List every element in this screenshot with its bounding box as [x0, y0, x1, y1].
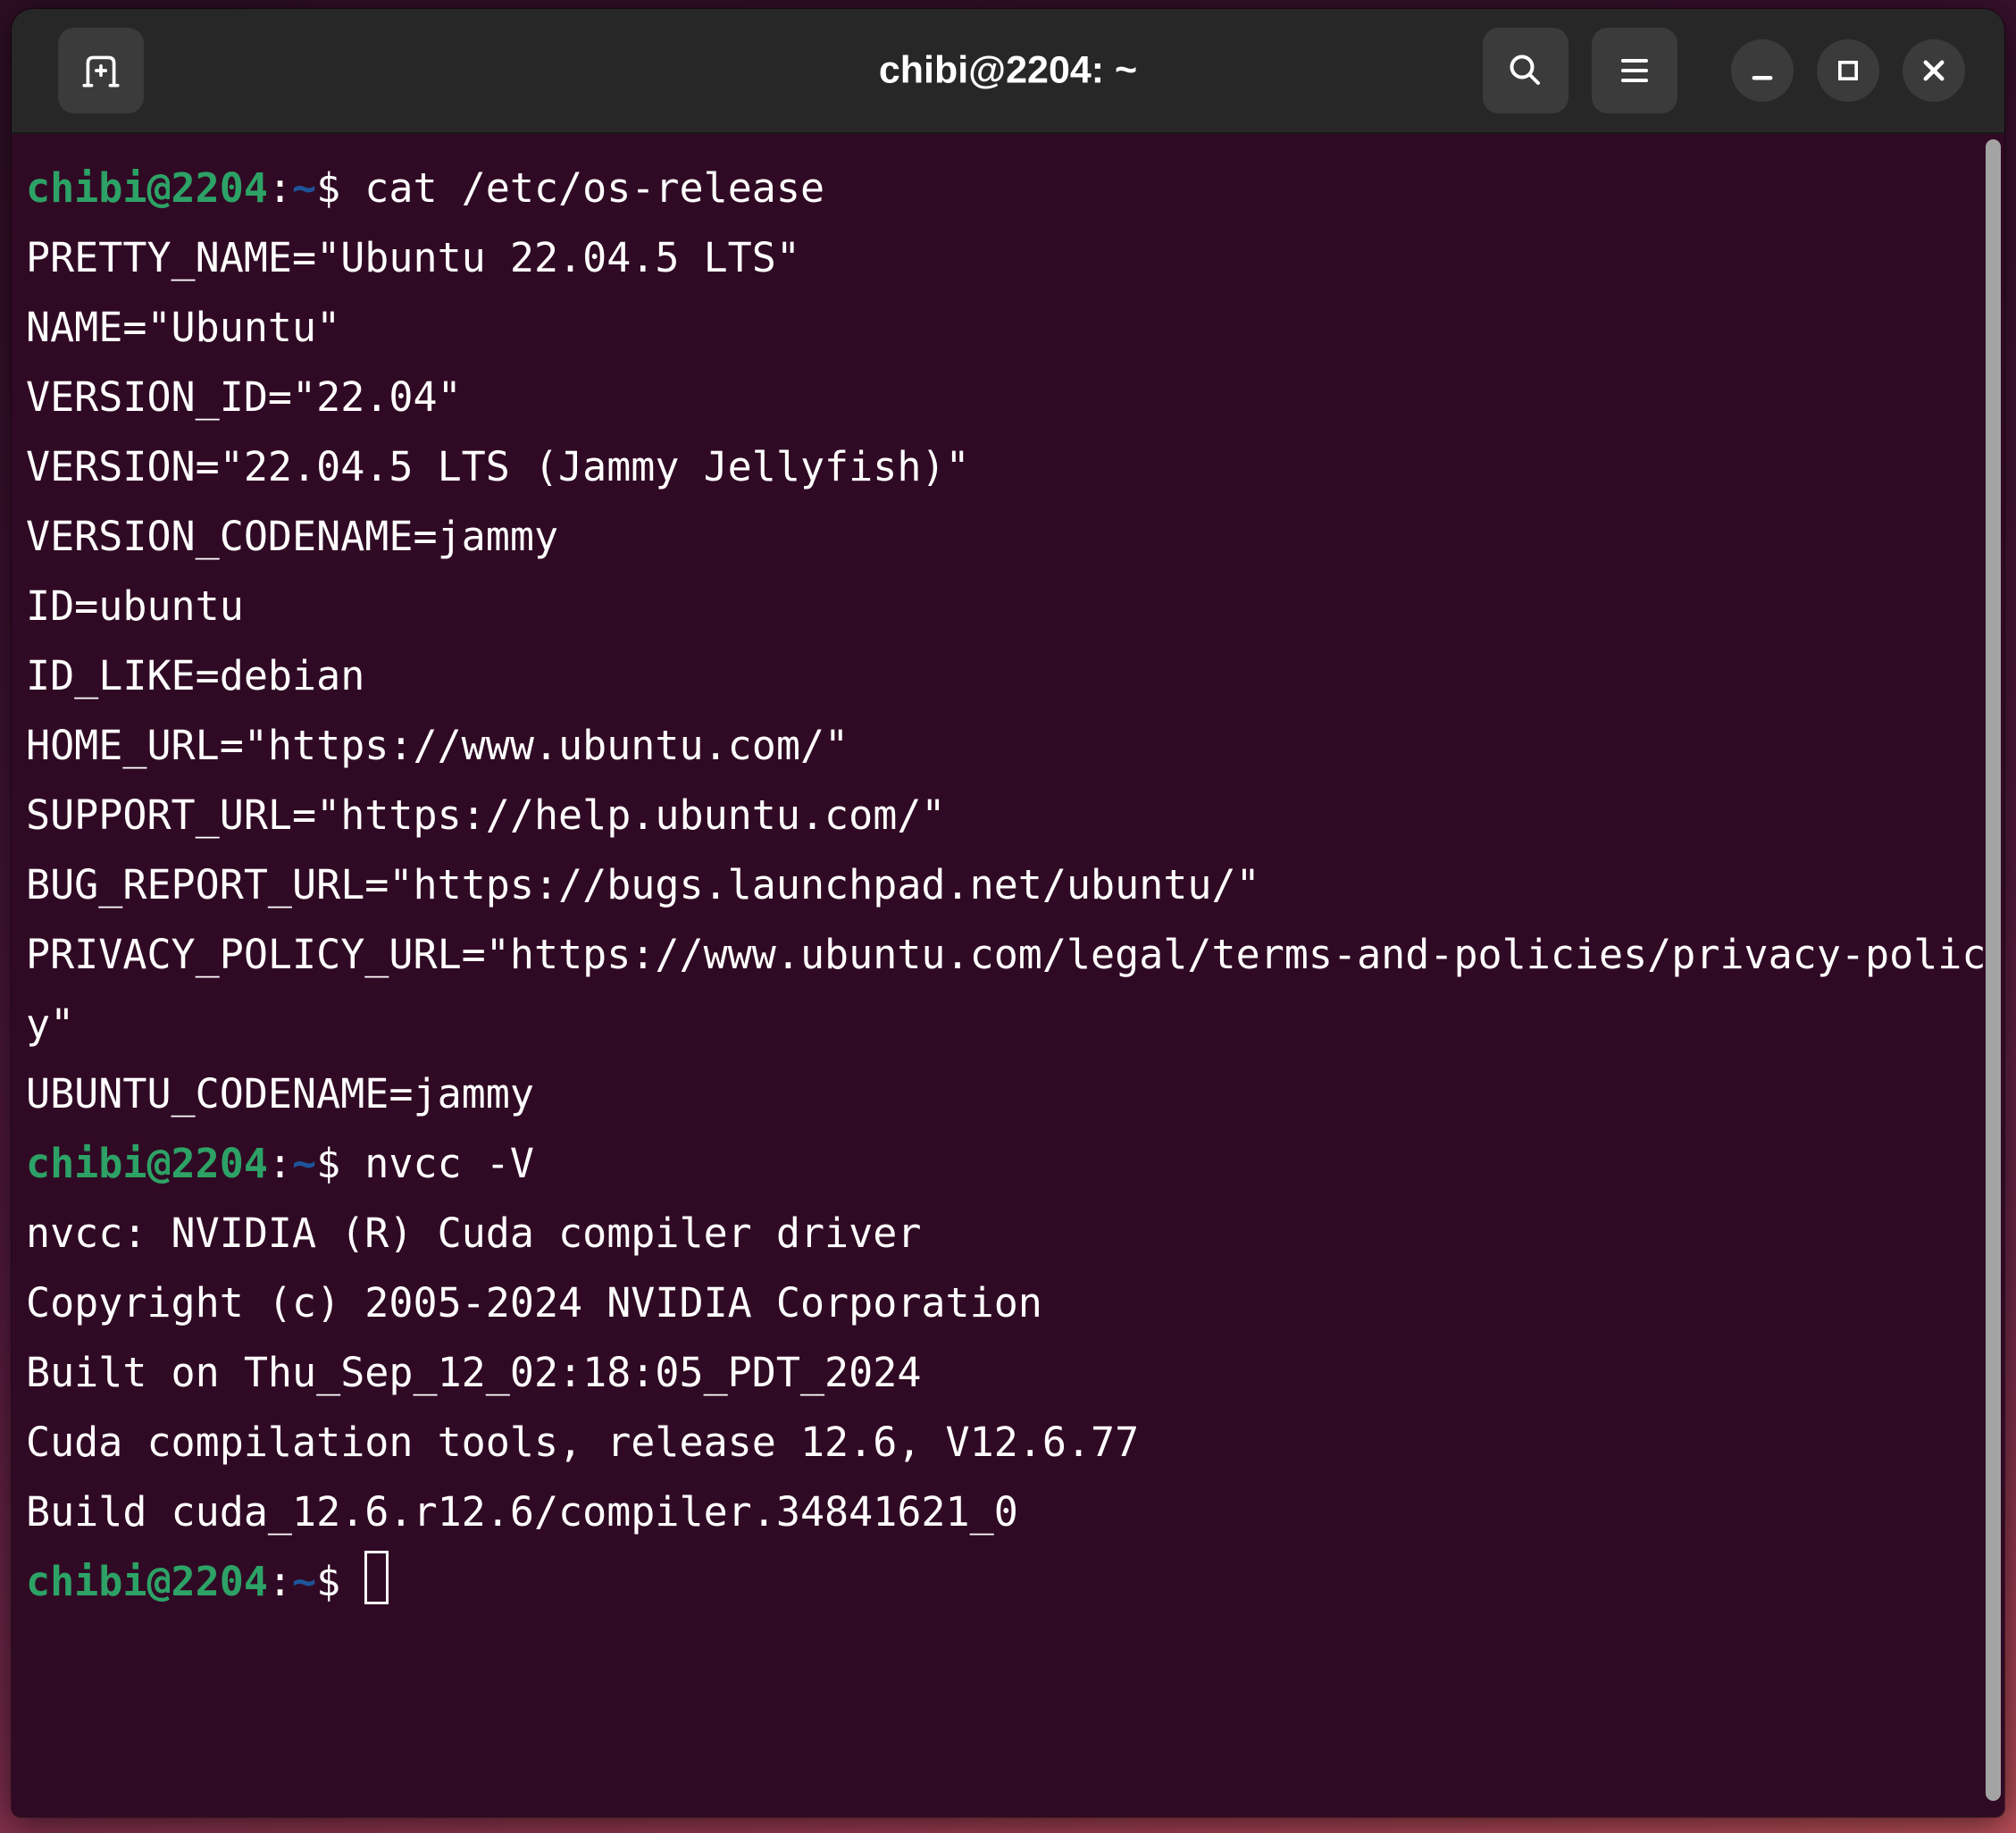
new-tab-button[interactable]: [58, 28, 144, 113]
scrollbar-thumb[interactable]: [1986, 139, 2001, 1801]
output-text: Build cuda_12.6.r12.6/compiler.34841621_…: [26, 1488, 1018, 1536]
maximize-button[interactable]: [1817, 39, 1879, 102]
terminal-screen[interactable]: chibi@2204:~$ cat /etc/os-releasePRETTY_…: [12, 136, 2004, 1817]
minimize-icon: [1743, 51, 1782, 90]
text-cursor: [364, 1551, 389, 1604]
terminal-line: PRIVACY_POLICY_URL="https://www.ubuntu.c…: [26, 920, 2004, 990]
terminal-headerbar: chibi@2204: ~: [12, 9, 2004, 134]
terminal-line: PRETTY_NAME="Ubuntu 22.04.5 LTS": [26, 223, 2004, 293]
prompt-user-host: chibi@2204: [26, 1140, 268, 1187]
close-icon: [1914, 51, 1953, 90]
terminal-line: chibi@2204:~$ cat /etc/os-release: [26, 154, 2004, 223]
prompt-user-host: chibi@2204: [26, 164, 268, 212]
output-text: VERSION_CODENAME=jammy: [26, 513, 558, 560]
output-text: PRETTY_NAME="Ubuntu 22.04.5 LTS": [26, 234, 800, 281]
prompt-path: ~: [292, 164, 316, 212]
terminal-line: UBUNTU_CODENAME=jammy: [26, 1059, 2004, 1129]
command-text: nvcc -V: [340, 1140, 534, 1187]
terminal-line: BUG_REPORT_URL="https://bugs.launchpad.n…: [26, 850, 2004, 920]
output-text: Copyright (c) 2005-2024 NVIDIA Corporati…: [26, 1279, 1042, 1327]
prompt-symbol: $: [316, 1140, 340, 1187]
terminal-line: VERSION="22.04.5 LTS (Jammy Jellyfish)": [26, 432, 2004, 502]
terminal-line: HOME_URL="https://www.ubuntu.com/": [26, 711, 2004, 781]
output-text: ID=ubuntu: [26, 582, 244, 630]
prompt-separator: :: [268, 164, 292, 212]
output-text: PRIVACY_POLICY_URL="https://www.ubuntu.c…: [26, 931, 1986, 978]
output-text: UBUNTU_CODENAME=jammy: [26, 1070, 534, 1117]
prompt-separator: :: [268, 1558, 292, 1605]
terminal-line: ID=ubuntu: [26, 572, 2004, 641]
terminal-line: y": [26, 990, 2004, 1059]
minimize-button[interactable]: [1731, 39, 1794, 102]
output-text: BUG_REPORT_URL="https://bugs.launchpad.n…: [26, 861, 1260, 908]
output-text: nvcc: NVIDIA (R) Cuda compiler driver: [26, 1209, 921, 1257]
close-button[interactable]: [1903, 39, 1965, 102]
maximize-icon: [1828, 51, 1868, 90]
terminal-line: ID_LIKE=debian: [26, 641, 2004, 711]
output-text: y": [26, 1000, 74, 1048]
terminal-line: nvcc: NVIDIA (R) Cuda compiler driver: [26, 1199, 2004, 1268]
terminal-line: chibi@2204:~$ nvcc -V: [26, 1129, 2004, 1199]
terminal-line: Cuda compilation tools, release 12.6, V1…: [26, 1408, 2004, 1477]
hamburger-menu-icon: [1613, 49, 1656, 92]
headerbar-right-controls: [1483, 28, 1965, 113]
terminal-line: NAME="Ubuntu": [26, 293, 2004, 363]
output-text: Cuda compilation tools, release 12.6, V1…: [26, 1419, 1139, 1466]
output-text: SUPPORT_URL="https://help.ubuntu.com/": [26, 791, 946, 839]
terminal-line: Copyright (c) 2005-2024 NVIDIA Corporati…: [26, 1268, 2004, 1338]
terminal-line: SUPPORT_URL="https://help.ubuntu.com/": [26, 781, 2004, 850]
menu-button[interactable]: [1592, 28, 1677, 113]
terminal-line: VERSION_CODENAME=jammy: [26, 502, 2004, 572]
prompt-separator: :: [268, 1140, 292, 1187]
command-text: cat /etc/os-release: [340, 164, 824, 212]
search-icon: [1504, 49, 1547, 92]
window-title: chibi@2204: ~: [879, 49, 1137, 93]
output-text: ID_LIKE=debian: [26, 652, 364, 699]
terminal-line: Build cuda_12.6.r12.6/compiler.34841621_…: [26, 1477, 2004, 1547]
output-text: VERSION="22.04.5 LTS (Jammy Jellyfish)": [26, 443, 970, 490]
terminal-line: chibi@2204:~$: [26, 1547, 2004, 1617]
prompt-symbol: $: [316, 164, 340, 212]
prompt-user-host: chibi@2204: [26, 1558, 268, 1605]
output-text: Built on Thu_Sep_12_02:18:05_PDT_2024: [26, 1349, 921, 1396]
output-text: HOME_URL="https://www.ubuntu.com/": [26, 722, 849, 769]
search-button[interactable]: [1483, 28, 1568, 113]
output-text: NAME="Ubuntu": [26, 304, 340, 351]
new-tab-icon: [79, 48, 123, 93]
terminal-window: chibi@2204: ~: [12, 9, 2004, 1817]
prompt-symbol: $: [316, 1558, 340, 1605]
prompt-path: ~: [292, 1140, 316, 1187]
terminal-line: VERSION_ID="22.04": [26, 363, 2004, 432]
command-text: [340, 1558, 364, 1605]
output-text: VERSION_ID="22.04": [26, 373, 462, 421]
prompt-path: ~: [292, 1558, 316, 1605]
terminal-line: Built on Thu_Sep_12_02:18:05_PDT_2024: [26, 1338, 2004, 1408]
